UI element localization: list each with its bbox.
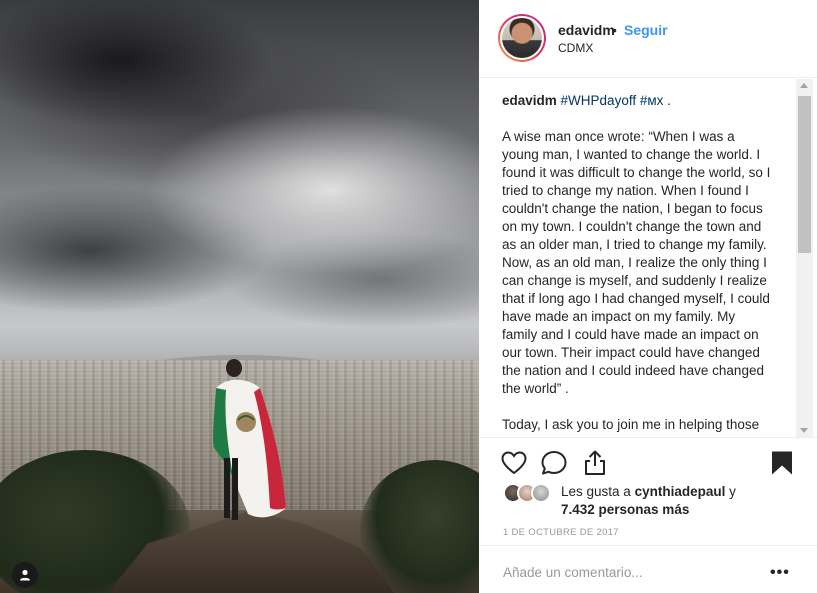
username-link[interactable]: edavidm: [558, 22, 615, 38]
liker-avatar[interactable]: [531, 483, 551, 503]
caption-scroll-area[interactable]: edavidm #WHPdayoff #мх . A wise man once…: [479, 79, 817, 437]
likes-text: Les gusta a cynthiadepaul y 7.432 persona…: [561, 483, 801, 519]
post-side-panel: edavidm • Seguir CDMX edavidm #WHPdayoff…: [479, 0, 817, 593]
caption: edavidm #WHPdayoff #мх . A wise man once…: [502, 92, 774, 437]
bookmark-icon[interactable]: [768, 449, 796, 477]
heart-icon[interactable]: [500, 449, 528, 477]
hashtag-mx[interactable]: #мх: [640, 93, 664, 108]
follow-button[interactable]: Seguir: [624, 22, 668, 38]
user-tag-icon: [20, 569, 30, 581]
post-photo[interactable]: [0, 0, 479, 593]
scroll-down-arrow-icon[interactable]: [800, 428, 808, 433]
user-tag-button[interactable]: [12, 562, 38, 588]
comment-bubble-icon[interactable]: [540, 449, 568, 477]
more-options-icon[interactable]: •••: [770, 564, 790, 582]
action-bar: [479, 437, 817, 483]
caption-trail: .: [663, 93, 671, 108]
likes-joiner: y: [725, 484, 736, 499]
caption-body: A wise man once wrote: “When I was a you…: [502, 129, 775, 396]
story-ring[interactable]: [498, 14, 546, 62]
likes-summary: Les gusta a cynthiadepaul y 7.432 persona…: [503, 483, 803, 519]
likes-count-link[interactable]: 7.432 personas más: [561, 502, 689, 517]
caption-body-continued: Today, I ask you to join me in helping t…: [502, 417, 760, 437]
post-date[interactable]: 1 DE OCTUBRE DE 2017: [503, 527, 619, 538]
comment-input[interactable]: Añade un comentario...: [503, 565, 643, 580]
avatar[interactable]: [502, 18, 542, 58]
separator-dot: •: [612, 22, 617, 38]
person-with-flag: [213, 359, 286, 520]
caption-scrollbar[interactable]: [796, 79, 813, 437]
scroll-thumb[interactable]: [798, 96, 811, 253]
liker-username-link[interactable]: cynthiadepaul: [635, 484, 726, 499]
likes-prefix: Les gusta a: [561, 484, 635, 499]
scroll-up-arrow-icon[interactable]: [800, 83, 808, 88]
post-header: edavidm • Seguir CDMX: [479, 0, 817, 78]
caption-username[interactable]: edavidm: [502, 93, 557, 108]
hashtag-whpdayoff[interactable]: #WHPdayoff: [561, 93, 637, 108]
location-link[interactable]: CDMX: [558, 41, 593, 55]
comment-bar: Añade un comentario... •••: [479, 545, 817, 593]
share-icon[interactable]: [581, 449, 609, 477]
